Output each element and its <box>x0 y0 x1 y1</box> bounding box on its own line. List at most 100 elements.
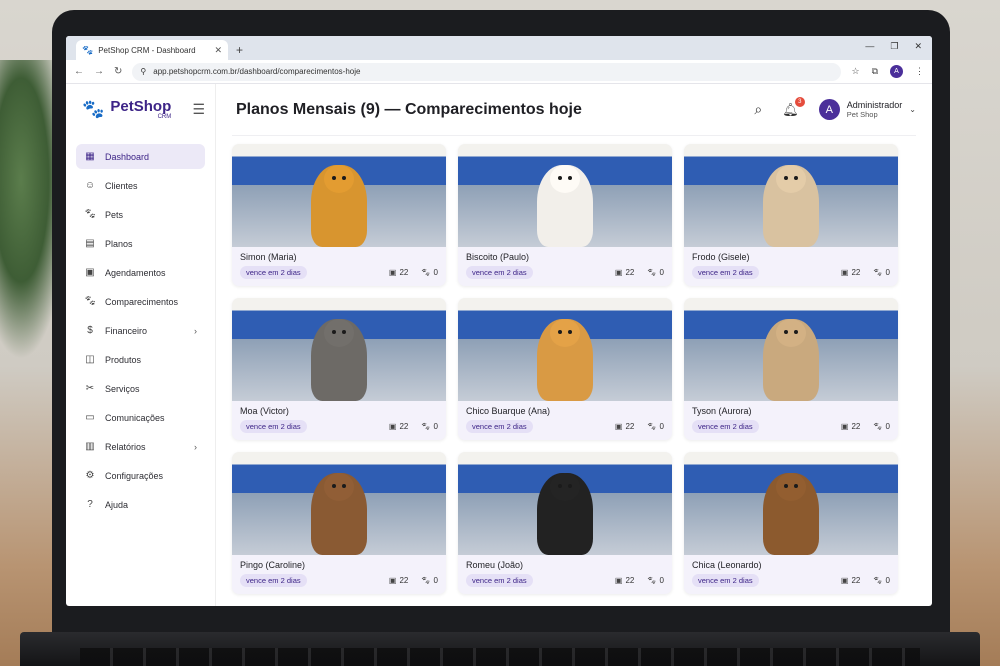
forward-icon[interactable]: → <box>94 66 104 77</box>
pet-name: Pingo (Caroline) <box>240 560 306 570</box>
pet-card[interactable]: Romeu (João) vence em 2 dias ▣ 22 🐾︎ 0 <box>458 452 672 594</box>
close-window-icon[interactable]: ✕ <box>914 41 922 52</box>
pet-photo <box>684 298 898 401</box>
pet-card[interactable]: Simon (Maria) vence em 2 dias ▣ 22 🐾︎ 0 <box>232 144 446 286</box>
visits-count: 22 <box>399 576 409 585</box>
browser-menu-icon[interactable]: ⋮ <box>915 66 924 77</box>
notification-count-badge: 3 <box>794 96 805 107</box>
chevron-right-icon: › <box>194 441 197 452</box>
sidebar-item-ajuda[interactable]: ? Ajuda <box>76 492 205 517</box>
paw-count: 0 <box>659 576 664 585</box>
paw-logo-icon: 🐾 <box>82 98 105 119</box>
chevron-right-icon: › <box>194 325 197 336</box>
bookmark-star-icon[interactable]: ☆ <box>851 66 859 77</box>
pet-card[interactable]: Pingo (Caroline) vence em 2 dias ▣ 22 🐾︎ 0 <box>232 452 446 594</box>
pet-card[interactable]: Frodo (Gisele) vence em 2 dias ▣ 22 🐾︎ 0 <box>684 144 898 286</box>
sidebar-item-planos[interactable]: ▤ Planos <box>76 231 205 256</box>
scissors-icon: ✂ <box>85 383 95 394</box>
sidebar-item-comunicacoes[interactable]: ▭ Comunicações <box>76 405 205 430</box>
avatar: A <box>818 99 840 120</box>
sidebar-item-label: Pets <box>105 209 124 220</box>
pet-card[interactable]: Tyson (Aurora) vence em 2 dias ▣ 22 🐾︎ 0 <box>684 298 898 440</box>
paw-count: 0 <box>659 422 664 431</box>
visits-count: 22 <box>851 422 861 431</box>
paw-icon: 🐾︎ <box>646 576 657 585</box>
sidebar-item-comparecimentos[interactable]: 🐾︎ Comparecimentos <box>76 289 205 314</box>
user-menu[interactable]: A Administrador Pet Shop ⌄ <box>818 99 916 120</box>
pet-card-grid: Simon (Maria) vence em 2 dias ▣ 22 🐾︎ 0 Biscoi… <box>232 136 916 594</box>
visits-stat: ▣ 22 <box>841 422 860 431</box>
app-shell: 🐾 PetShop CRM ☰ ▦ Dashboard ☺ Clientes 🐾︎ Pet… <box>66 84 932 606</box>
sidebar-item-label: Planos <box>105 238 133 249</box>
search-icon[interactable]: ⌕ <box>754 101 762 118</box>
visits-count: 22 <box>851 268 861 277</box>
paw-count: 0 <box>885 268 890 277</box>
url-text: app.petshopcrm.com.br/dashboard/comparec… <box>153 67 361 76</box>
sidebar-item-produtos[interactable]: ◫ Produtos <box>76 347 205 372</box>
brand-name: PetShop <box>110 97 172 115</box>
sidebar-item-label: Clientes <box>105 180 138 191</box>
pet-card[interactable]: Chica (Leonardo) vence em 2 dias ▣ 22 🐾︎ 0 <box>684 452 898 594</box>
paw-icon: 🐾︎ <box>872 576 883 585</box>
pet-name: Frodo (Gisele) <box>692 252 750 262</box>
browser-tab[interactable]: 🐾 PetShop CRM - Dashboard ✕ <box>76 40 228 60</box>
user-icon: ☺ <box>84 180 96 191</box>
reload-icon[interactable]: ↻ <box>114 66 122 77</box>
url-field[interactable]: ⚲ app.petshopcrm.com.br/dashboard/compar… <box>132 62 842 81</box>
sidebar-item-servicos[interactable]: ✂ Serviços <box>76 376 205 401</box>
due-badge: vence em 2 dias <box>466 266 533 279</box>
back-icon[interactable]: ← <box>74 66 84 77</box>
paw-stat: 🐾︎ 0 <box>420 576 438 585</box>
sidebar-item-label: Relatórios <box>105 441 146 452</box>
sidebar-item-dashboard[interactable]: ▦ Dashboard <box>76 144 205 169</box>
sidebar-item-clientes[interactable]: ☺ Clientes <box>76 173 205 198</box>
browser-account-avatar[interactable]: A <box>890 65 903 78</box>
box-icon: ◫ <box>85 354 95 365</box>
sidebar-item-label: Financeiro <box>105 325 148 336</box>
dollar-icon: $ <box>87 325 93 336</box>
calendar-icon: ▣ <box>840 576 849 585</box>
dog-image <box>311 319 367 401</box>
sidebar-item-configuracoes[interactable]: ⚙ Configurações <box>76 463 205 488</box>
sidebar-item-relatorios[interactable]: ▥ Relatórios › <box>76 434 205 459</box>
maximize-icon[interactable]: ❐ <box>890 41 898 52</box>
due-badge: vence em 2 dias <box>692 420 759 433</box>
paw-stat: 🐾︎ 0 <box>646 422 664 431</box>
paw-count: 0 <box>433 422 438 431</box>
pet-card[interactable]: Chico Buarque (Ana) vence em 2 dias ▣ 22 🐾︎ 0 <box>458 298 672 440</box>
site-info-icon[interactable]: ⚲ <box>140 67 146 76</box>
paw-stat: 🐾︎ 0 <box>872 576 890 585</box>
sidebar-item-label: Serviços <box>105 383 140 394</box>
sidebar-item-pets[interactable]: 🐾︎ Pets <box>76 202 205 227</box>
pet-name: Biscoito (Paulo) <box>466 252 530 262</box>
sidebar-item-label: Produtos <box>105 354 142 365</box>
brand-logo[interactable]: 🐾 PetShop CRM ☰ <box>76 96 205 122</box>
help-icon: ? <box>87 499 93 510</box>
paw-icon: 🐾︎ <box>872 268 883 277</box>
paw-count: 0 <box>659 268 664 277</box>
due-badge: vence em 2 dias <box>692 266 759 279</box>
notifications-bell-icon[interactable]: 🔔︎ 3 <box>782 96 805 118</box>
pet-photo <box>458 298 672 401</box>
pet-photo <box>232 298 446 401</box>
pet-name: Romeu (João) <box>466 560 524 570</box>
visits-stat: ▣ 22 <box>841 576 860 585</box>
sidebar-item-agendamentos[interactable]: ▣ Agendamentos <box>76 260 205 285</box>
paw-stat: 🐾︎ 0 <box>872 422 890 431</box>
pet-card[interactable]: Biscoito (Paulo) vence em 2 dias ▣ 22 🐾︎ 0 <box>458 144 672 286</box>
dog-image <box>763 319 819 401</box>
minimize-icon[interactable]: — <box>865 41 874 52</box>
sidebar-item-financeiro[interactable]: $ Financeiro › <box>76 318 205 343</box>
sidebar: 🐾 PetShop CRM ☰ ▦ Dashboard ☺ Clientes 🐾︎ Pet… <box>66 84 216 606</box>
pet-name: Moa (Victor) <box>240 406 289 416</box>
pet-card[interactable]: Moa (Victor) vence em 2 dias ▣ 22 🐾︎ 0 <box>232 298 446 440</box>
extensions-icon[interactable]: ⧉ <box>872 66 878 77</box>
new-tab-button[interactable]: + <box>236 43 243 57</box>
paw-icon: 🐾︎ <box>84 209 97 220</box>
paw-icon: 🐾︎ <box>646 422 657 431</box>
dog-image <box>311 165 367 247</box>
due-badge: vence em 2 dias <box>692 574 759 587</box>
hamburger-menu-icon[interactable]: ☰ <box>192 101 205 118</box>
paw-icon: 🐾︎ <box>84 296 97 307</box>
close-tab-icon[interactable]: ✕ <box>214 45 222 56</box>
